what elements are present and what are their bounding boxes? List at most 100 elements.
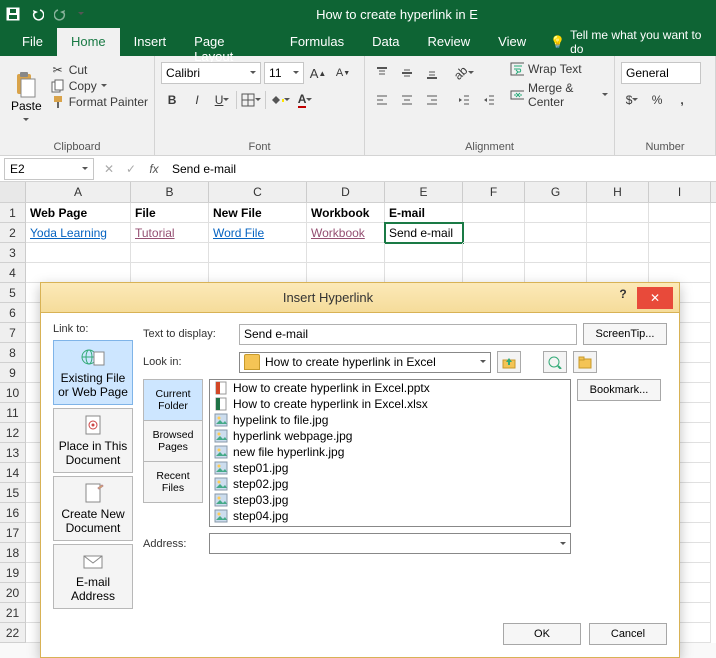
undo-icon[interactable] — [30, 7, 44, 21]
row-header[interactable]: 1 — [0, 203, 26, 223]
row-header[interactable]: 21 — [0, 603, 26, 623]
tab-formulas[interactable]: Formulas — [276, 28, 358, 56]
cell[interactable] — [587, 263, 649, 283]
align-top-button[interactable] — [371, 62, 393, 84]
link-to-existing-file[interactable]: Existing File or Web Page — [53, 340, 133, 405]
cell[interactable] — [587, 223, 649, 243]
cell[interactable]: File — [131, 203, 209, 223]
cell[interactable] — [307, 243, 385, 263]
text-to-display-input[interactable] — [239, 324, 577, 345]
cell[interactable] — [649, 263, 711, 283]
row-header[interactable]: 15 — [0, 483, 26, 503]
italic-button[interactable]: I — [186, 89, 208, 111]
cell[interactable] — [209, 243, 307, 263]
cell[interactable] — [463, 223, 525, 243]
cell[interactable] — [463, 263, 525, 283]
row-header[interactable]: 16 — [0, 503, 26, 523]
formula-input[interactable] — [166, 160, 716, 178]
fill-color-button[interactable] — [269, 89, 291, 111]
row-header[interactable]: 22 — [0, 623, 26, 643]
screentip-button[interactable]: ScreenTip... — [583, 323, 667, 345]
file-item[interactable]: How to create hyperlink in Excel.xlsx — [210, 396, 570, 412]
tab-home[interactable]: Home — [57, 28, 120, 56]
format-painter-button[interactable]: Format Painter — [51, 95, 148, 109]
current-folder-button[interactable]: Current Folder — [144, 380, 202, 421]
paste-button[interactable]: Paste — [6, 59, 47, 139]
row-header[interactable]: 2 — [0, 223, 26, 243]
bookmark-button[interactable]: Bookmark... — [577, 379, 661, 401]
file-item[interactable]: hyperlink webpage.jpg — [210, 428, 570, 444]
cell[interactable]: New File — [209, 203, 307, 223]
cell[interactable]: Web Page — [26, 203, 131, 223]
merge-center-button[interactable]: Merge & Center — [510, 81, 608, 109]
cell[interactable] — [209, 263, 307, 283]
accounting-button[interactable]: $ — [621, 89, 643, 111]
link-to-place[interactable]: Place in This Document — [53, 408, 133, 473]
cancel-formula-button[interactable]: ✕ — [98, 158, 120, 180]
grow-font-button[interactable]: A▲ — [307, 62, 329, 84]
cell[interactable] — [307, 263, 385, 283]
cell[interactable] — [649, 243, 711, 263]
row-header[interactable]: 3 — [0, 243, 26, 263]
cell[interactable]: Workbook — [307, 203, 385, 223]
file-list[interactable]: How to create hyperlink in Excel.pptxHow… — [209, 379, 571, 527]
font-color-button[interactable]: A — [294, 89, 316, 111]
name-box[interactable]: E2 — [4, 158, 94, 180]
cell[interactable] — [463, 243, 525, 263]
cell[interactable]: E-mail — [385, 203, 463, 223]
col-header[interactable]: C — [209, 182, 307, 202]
address-dropdown[interactable] — [209, 533, 571, 554]
row-header[interactable]: 18 — [0, 543, 26, 563]
tab-insert[interactable]: Insert — [120, 28, 181, 56]
browsed-pages-button[interactable]: Browsed Pages — [144, 421, 202, 462]
redo-icon[interactable] — [54, 7, 68, 21]
cell[interactable] — [649, 203, 711, 223]
file-item[interactable]: step04.jpg — [210, 508, 570, 524]
col-header[interactable]: D — [307, 182, 385, 202]
cell[interactable] — [649, 223, 711, 243]
cell[interactable] — [587, 203, 649, 223]
cut-button[interactable]: ✂Cut — [51, 63, 148, 77]
align-center-button[interactable] — [396, 89, 418, 111]
increase-indent-button[interactable] — [478, 89, 500, 111]
cell[interactable] — [587, 243, 649, 263]
col-header[interactable]: E — [385, 182, 463, 202]
up-folder-button[interactable] — [497, 351, 521, 373]
number-format-combo[interactable]: General — [621, 62, 701, 84]
cell[interactable]: Word File — [209, 223, 307, 243]
cell[interactable] — [525, 243, 587, 263]
cell[interactable]: Send e-mail — [385, 223, 463, 243]
select-all-corner[interactable] — [0, 182, 26, 202]
font-size-combo[interactable]: 11 — [264, 62, 304, 84]
col-header[interactable]: H — [587, 182, 649, 202]
row-header[interactable]: 4 — [0, 263, 26, 283]
enter-formula-button[interactable]: ✓ — [120, 158, 142, 180]
file-item[interactable]: How to create hyperlink in Excel.pptx — [210, 380, 570, 396]
row-header[interactable]: 13 — [0, 443, 26, 463]
look-in-dropdown[interactable]: How to create hyperlink in Excel — [239, 352, 491, 373]
file-item[interactable]: hypelink to file.jpg — [210, 412, 570, 428]
help-button[interactable]: ? — [609, 287, 637, 309]
col-header[interactable]: G — [525, 182, 587, 202]
align-right-button[interactable] — [421, 89, 443, 111]
file-item[interactable]: step03.jpg — [210, 492, 570, 508]
col-header[interactable]: F — [463, 182, 525, 202]
link-to-email[interactable]: E-mail Address — [53, 544, 133, 609]
tab-file[interactable]: File — [8, 28, 57, 56]
link-to-new-doc[interactable]: Create New Document — [53, 476, 133, 541]
row-header[interactable]: 9 — [0, 363, 26, 383]
cell[interactable] — [525, 263, 587, 283]
percent-button[interactable]: % — [646, 89, 668, 111]
row-header[interactable]: 12 — [0, 423, 26, 443]
browse-web-button[interactable] — [543, 351, 567, 373]
tab-review[interactable]: Review — [414, 28, 485, 56]
row-header[interactable]: 5 — [0, 283, 26, 303]
tab-data[interactable]: Data — [358, 28, 413, 56]
underline-button[interactable]: U — [211, 89, 233, 111]
browse-file-button[interactable] — [573, 351, 597, 373]
row-header[interactable]: 7 — [0, 323, 26, 343]
cell[interactable]: Yoda Learning — [26, 223, 131, 243]
row-header[interactable]: 11 — [0, 403, 26, 423]
save-icon[interactable] — [6, 7, 20, 21]
file-item[interactable]: new file hyperlink.jpg — [210, 444, 570, 460]
